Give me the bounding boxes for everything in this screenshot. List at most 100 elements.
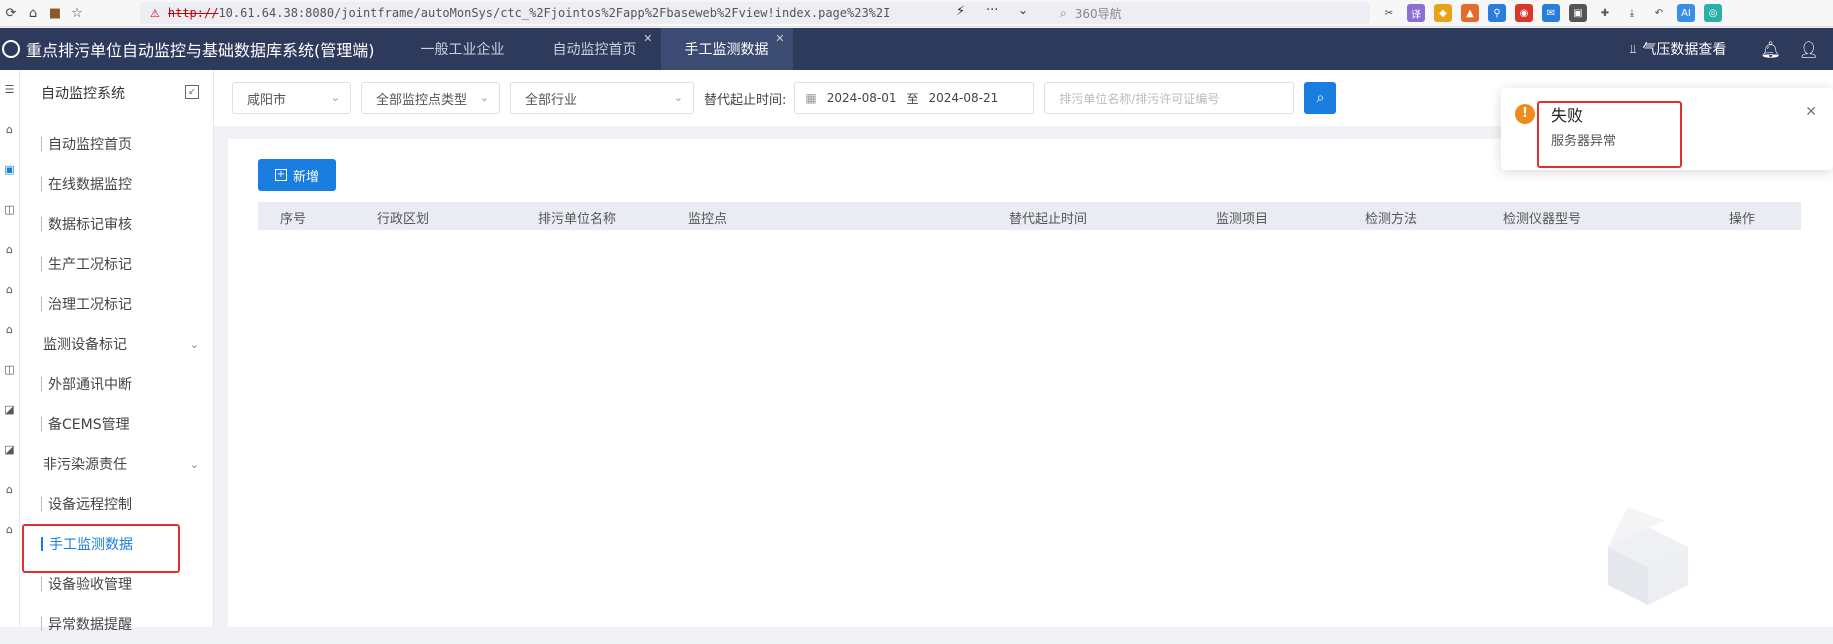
sidebar-item-treatment-mark[interactable]: 治理工况标记	[20, 284, 213, 324]
user-icon[interactable]: 👤︎	[1799, 40, 1819, 59]
nav-icon[interactable]: ◪	[0, 430, 19, 470]
extension-icon[interactable]: ■	[44, 2, 66, 24]
date-from: 2024-08-01	[826, 91, 897, 105]
tab-label: 手工监测数据	[684, 42, 769, 58]
pressure-data-button[interactable]: ⫫ 气压数据查看	[1630, 39, 1727, 59]
column-header[interactable]: 排污单位名称	[538, 208, 616, 227]
search-button[interactable]: ⌕	[1304, 82, 1337, 114]
lightning-icon[interactable]: ⚡	[956, 4, 965, 19]
keyword-input[interactable]: 排污单位名称/排污许可证编号	[1044, 82, 1295, 114]
table-header: 序号 行政区划 排污单位名称 监控点 替代起止时间 监测项目 检测方法 检测仪器…	[258, 202, 1801, 230]
column-header[interactable]: 检测方法	[1365, 208, 1417, 227]
date-to: 2024-08-21	[928, 91, 999, 105]
more-icon[interactable]: ···	[986, 3, 998, 18]
warning-icon: !	[1515, 104, 1535, 124]
tab-general-industry[interactable]: 一般工业企业	[397, 28, 529, 70]
column-header[interactable]: 行政区划	[377, 208, 429, 227]
ai-icon[interactable]: AI	[1677, 4, 1695, 22]
nav-icon[interactable]: ⌂	[0, 510, 19, 550]
app-title: 重点排污单位自动监控与基础数据库系统(管理端)	[26, 41, 375, 60]
ext-fox-icon[interactable]: ▲	[1461, 4, 1479, 22]
nav-icon[interactable]: ⌂	[0, 270, 19, 310]
item-marker	[41, 217, 42, 231]
city-select-value: 咸阳市	[247, 92, 287, 108]
header-actions: ⫫ 气压数据查看 🔔︎ 👤︎	[1630, 28, 1833, 70]
chevron-down-icon: ⌄	[330, 91, 340, 104]
puzzle-icon[interactable]: ✚	[1596, 4, 1614, 22]
point-type-select[interactable]: 全部监控点类型 ⌄	[361, 82, 500, 114]
industry-select[interactable]: 全部行业 ⌄	[510, 82, 694, 114]
sidebar-item-device-mark[interactable]: 监测设备标记 ⌄	[20, 324, 213, 364]
nav-icon[interactable]: ⌂	[0, 110, 19, 150]
address-bar[interactable]: ⚠ http:// 10.61.64.38:8080/jointframe/au…	[140, 2, 1130, 24]
nav-icon[interactable]: ◫	[0, 350, 19, 390]
sidebar-item-remote-control[interactable]: 设备远程控制	[20, 484, 213, 524]
chevron-down-icon: ⌄	[189, 457, 199, 471]
nav-icon[interactable]: ◪	[0, 390, 19, 430]
sidebar-item-backup-cems[interactable]: 备CEMS管理	[20, 404, 213, 444]
sidebar-item-label: 异常数据提醒	[48, 617, 132, 633]
sidebar-item-comm-interrupt[interactable]: 外部通讯中断	[20, 364, 213, 404]
sidebar-item-production-mark[interactable]: 生产工况标记	[20, 244, 213, 284]
close-icon[interactable]: ✕	[775, 32, 784, 45]
download-icon[interactable]: ⤓	[1623, 4, 1641, 22]
ext-purple-icon[interactable]: 译	[1407, 4, 1425, 22]
highlight-annotation-toast	[1537, 101, 1682, 168]
tab-label: 自动监控首页	[552, 42, 637, 58]
nav-icon[interactable]: ▣	[0, 150, 19, 190]
add-button-label: 新增	[292, 169, 319, 185]
sidebar-item-data-mark-review[interactable]: 数据标记审核	[20, 204, 213, 244]
sidebar-title: 自动监控系统	[41, 86, 125, 102]
tab-manual-monitor-data[interactable]: 手工监测数据 ✕	[660, 28, 793, 70]
ext-swirl-icon[interactable]: ◎	[1704, 4, 1722, 22]
item-marker	[41, 177, 42, 191]
collapse-icon[interactable]: ↙	[185, 85, 199, 99]
column-header[interactable]: 检测仪器型号	[1503, 208, 1581, 227]
close-icon[interactable]: ✕	[643, 32, 652, 45]
bell-icon[interactable]: 🔔︎	[1760, 40, 1780, 59]
calendar-icon: ▦	[805, 91, 817, 105]
undo-icon[interactable]: ↶	[1650, 4, 1668, 22]
bookmark-star-icon[interactable]: ☆	[66, 2, 88, 24]
time-range-label: 替代起止时间:	[704, 92, 787, 108]
column-header[interactable]: 监测项目	[1216, 208, 1268, 227]
scissors-icon[interactable]: ✂	[1380, 4, 1398, 22]
date-range-picker[interactable]: ▦ 2024-08-01 至 2024-08-21	[794, 82, 1035, 114]
column-header[interactable]: 监控点	[688, 208, 727, 227]
nav-icon[interactable]: ⌂	[0, 470, 19, 510]
ext-box-icon[interactable]: ▣	[1569, 4, 1587, 22]
column-header[interactable]: 替代起止时间	[1009, 208, 1087, 227]
sidebar-item-label: 在线数据监控	[48, 177, 132, 193]
keyword-placeholder: 排污单位名称/排污许可证编号	[1059, 91, 1220, 106]
url-text: 10.61.64.38:8080/jointframe/autoMonSys/c…	[218, 6, 891, 20]
city-select[interactable]: 咸阳市 ⌄	[232, 82, 351, 114]
highlight-annotation-sidebar	[22, 524, 180, 573]
column-header[interactable]: 操作	[1729, 208, 1755, 227]
site-info-icon[interactable]: ⚠	[150, 7, 160, 20]
ext-weibo-icon[interactable]: ◉	[1515, 4, 1533, 22]
dropdown-icon[interactable]: ⌄	[1018, 3, 1028, 17]
ext-mail-icon[interactable]: ✉	[1542, 4, 1560, 22]
nav-icon[interactable]: ◫	[0, 190, 19, 230]
nav-icon[interactable]: ⌂	[0, 310, 19, 350]
ext-shield-icon[interactable]: ◆	[1434, 4, 1452, 22]
sidebar-item-label: 监测设备标记	[43, 337, 127, 353]
home-icon[interactable]: ⌂	[22, 2, 44, 24]
chevron-down-icon: ⌄	[673, 91, 683, 104]
menu-icon[interactable]: ☰	[0, 70, 19, 110]
sidebar-item-label: 生产工况标记	[48, 257, 132, 273]
tab-auto-monitor-home[interactable]: 自动监控首页 ✕	[529, 28, 661, 70]
sidebar-item-online-data[interactable]: 在线数据监控	[20, 164, 213, 204]
sidebar-item-label: 自动监控首页	[48, 137, 132, 153]
add-button[interactable]: + 新增	[258, 159, 336, 191]
sidebar-item-abnormal-alert[interactable]: 异常数据提醒	[20, 604, 213, 644]
browser-search-box[interactable]: ⌕ 360导航	[1052, 2, 1370, 24]
item-marker	[41, 297, 42, 311]
sidebar-item-non-pollution-duty[interactable]: 非污染源责任 ⌄	[20, 444, 213, 484]
sidebar-item-auto-monitor-home[interactable]: 自动监控首页	[20, 124, 213, 164]
reload-icon[interactable]: ⟳	[0, 2, 22, 24]
nav-icon[interactable]: ⌂	[0, 230, 19, 270]
close-icon[interactable]: ✕	[1805, 104, 1817, 120]
column-header[interactable]: 序号	[280, 208, 306, 227]
ext-key-icon[interactable]: ⚲	[1488, 4, 1506, 22]
